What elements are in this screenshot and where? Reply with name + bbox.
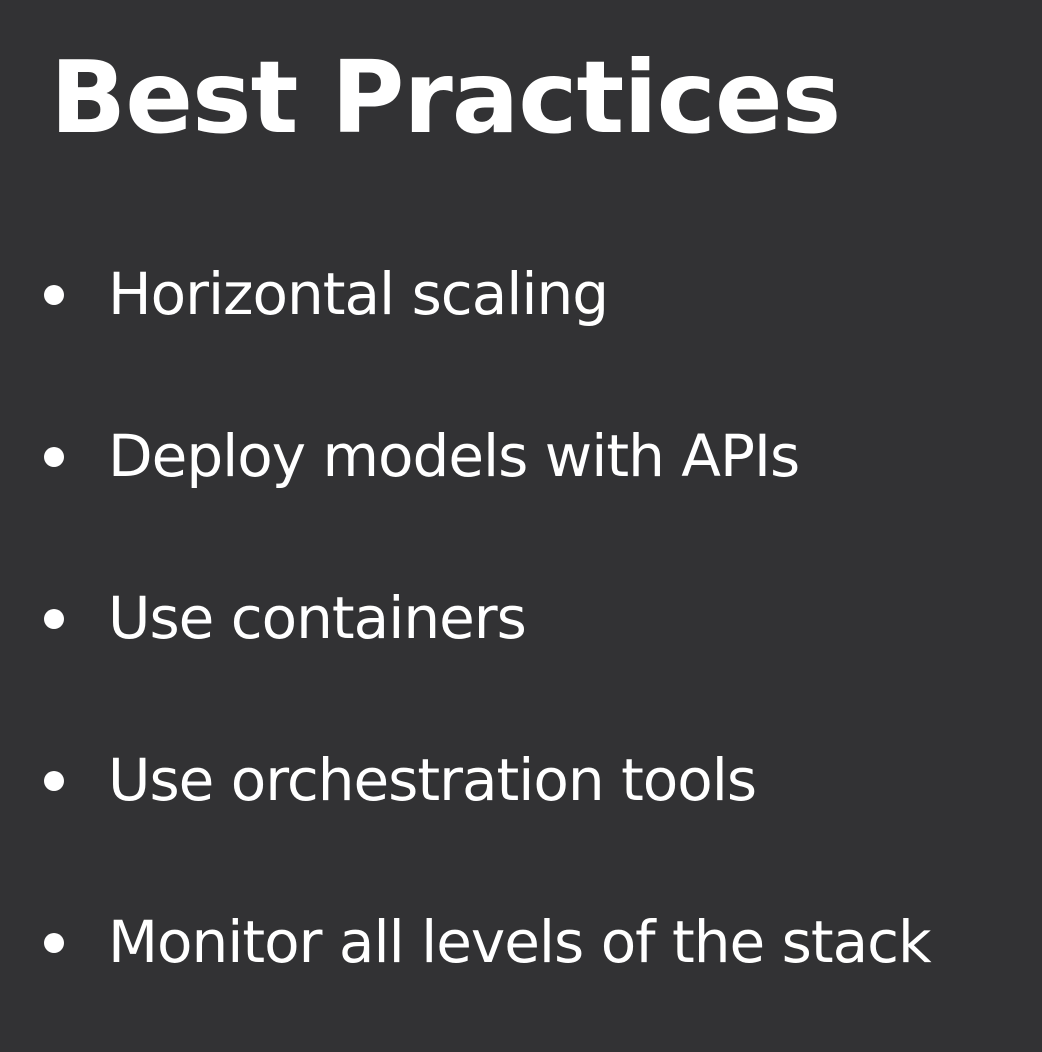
bullet-dot-icon [44, 446, 64, 467]
bullet-dot-icon [44, 770, 64, 791]
bullet-dot-icon [44, 284, 64, 305]
bullet-text: Deploy models with APIs [108, 422, 800, 490]
bullet-item-monitor-stack: Monitor all levels of the stack [44, 908, 932, 978]
presentation-slide: Best Practices Horizontal scaling Deploy… [0, 0, 1042, 1052]
bullet-dot-icon [44, 608, 64, 629]
bullet-text: Monitor all levels of the stack [108, 908, 932, 976]
bullet-dot-icon [44, 932, 64, 953]
bullet-text: Use containers [108, 584, 527, 652]
bullet-item-use-containers: Use containers [44, 584, 527, 654]
bullet-item-deploy-models: Deploy models with APIs [44, 422, 800, 492]
slide-title: Best Practices [50, 39, 841, 156]
bullet-item-orchestration-tools: Use orchestration tools [44, 746, 757, 816]
bullet-text: Horizontal scaling [108, 260, 609, 328]
bullet-text: Use orchestration tools [108, 746, 757, 814]
bullet-item-horizontal-scaling: Horizontal scaling [44, 260, 609, 330]
